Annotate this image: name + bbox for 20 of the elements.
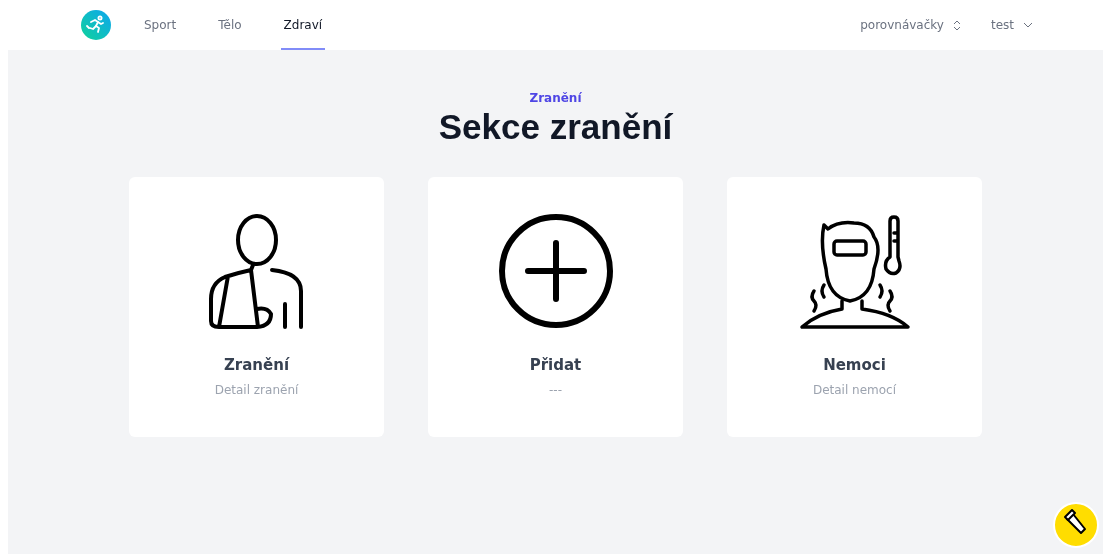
page-title: Sekce zranění	[438, 107, 673, 147]
card-subtitle: Detail zranění	[214, 383, 299, 397]
nav-tab[interactable]: Sport	[141, 0, 180, 50]
runner-logo-icon[interactable]	[81, 10, 111, 40]
section-eyebrow: Zranění	[529, 91, 582, 105]
section-card[interactable]: Zranění Detail zranění	[129, 177, 384, 437]
card-subtitle: ---	[549, 383, 562, 397]
chevron-down-icon	[1023, 22, 1033, 28]
sort-caret-icon	[952, 19, 961, 31]
card-title: Přidat	[529, 356, 582, 374]
plus-circle-icon	[497, 213, 614, 329]
card-title: Nemoci	[823, 356, 886, 374]
menu-dropdown[interactable]: porovnávačky	[860, 18, 961, 32]
menu-dropdown[interactable]: test	[990, 18, 1033, 32]
nav-tab[interactable]: Tělo	[215, 0, 245, 50]
section-card[interactable]: Nemoci Detail nemocí	[727, 177, 982, 437]
section-card[interactable]: Přidat ---	[428, 177, 683, 437]
card-title: Zranění	[223, 356, 290, 374]
card-subtitle: Detail nemocí	[812, 383, 897, 397]
sick-person-thermometer-icon	[797, 213, 912, 329]
